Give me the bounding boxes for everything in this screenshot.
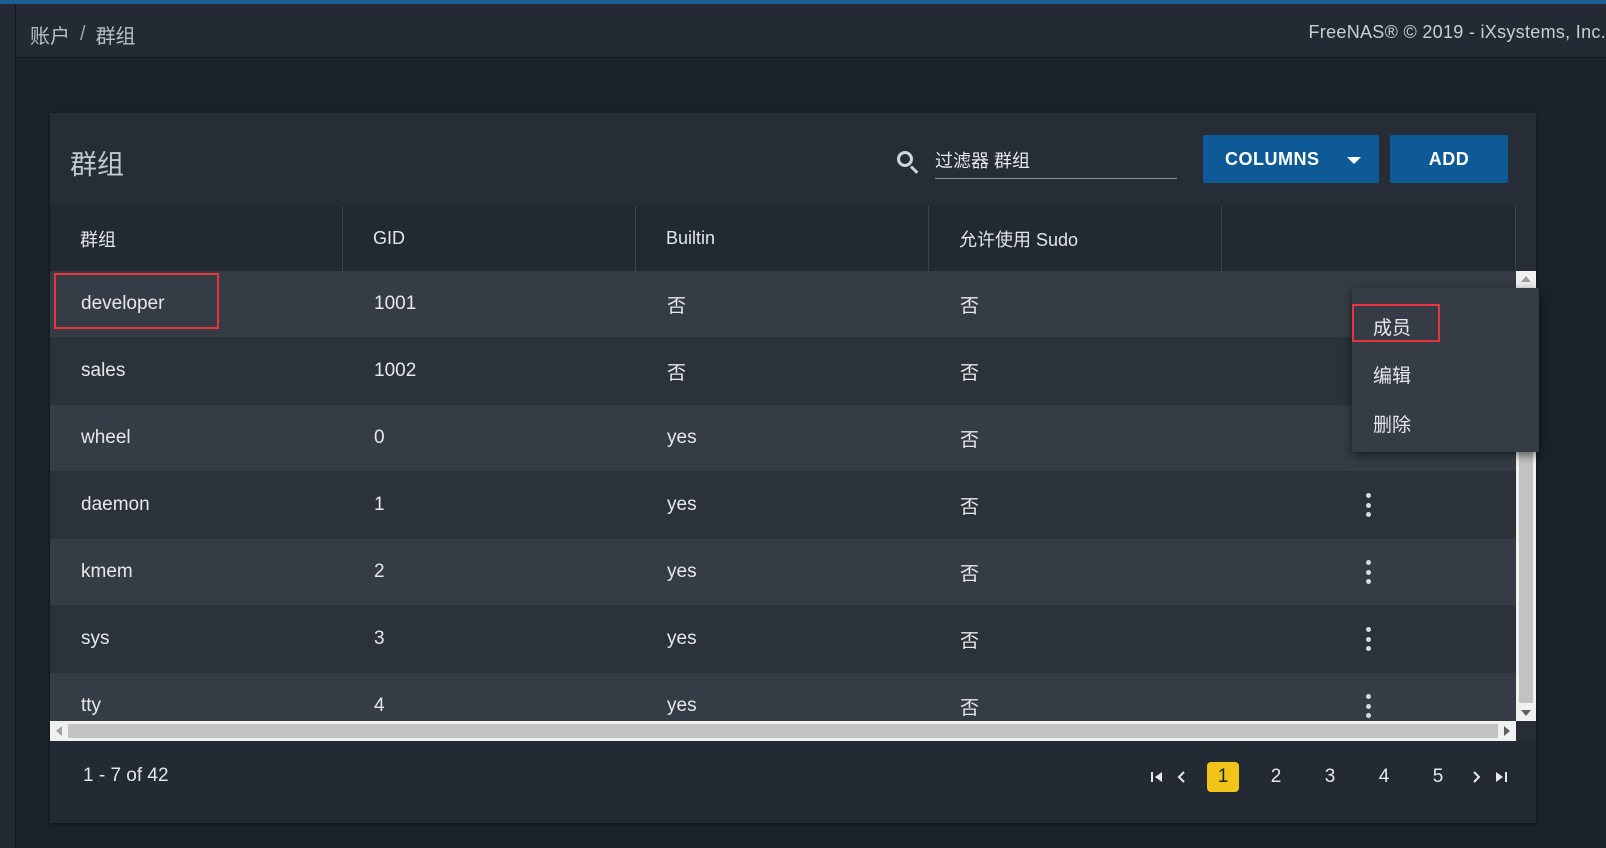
cell-builtin: yes <box>667 628 697 649</box>
page-5[interactable]: 5 <box>1421 762 1455 792</box>
cell-gid: 4 <box>374 695 385 716</box>
search-box <box>895 145 1177 181</box>
groups-card: 群组 COLUMNS ADD 群组 GID Builtin 允许使用 Sudo … <box>50 113 1536 823</box>
table-row[interactable]: sales 1002 否 否 <box>50 338 1516 405</box>
page-3[interactable]: 3 <box>1313 762 1347 792</box>
horizontal-scroll-thumb[interactable] <box>68 724 1498 738</box>
cell-group: kmem <box>81 561 133 582</box>
cell-builtin: yes <box>667 695 697 716</box>
cell-sudo: 否 <box>960 630 980 652</box>
cell-actions <box>1222 539 1516 605</box>
row-action-menu: 成员 编辑 删除 <box>1352 288 1539 452</box>
cell-gid: 1001 <box>374 293 417 314</box>
horizontal-scrollbar[interactable] <box>50 721 1516 741</box>
cell-gid: 1 <box>374 494 385 515</box>
cell-group: sales <box>81 360 126 381</box>
table-row[interactable]: tty 4 yes 否 <box>50 673 1516 721</box>
table-row[interactable]: sys 3 yes 否 <box>50 606 1516 673</box>
columns-button[interactable]: COLUMNS <box>1203 135 1379 183</box>
more-vert-icon[interactable] <box>1364 694 1372 718</box>
table-row[interactable]: developer 1001 否 否 <box>50 271 1516 338</box>
search-icon <box>895 149 921 175</box>
column-header-gid[interactable]: GID <box>343 206 636 271</box>
breadcrumb-accounts[interactable]: 账户 <box>30 20 70 49</box>
sidebar-edge <box>0 4 16 848</box>
cell-group: sys <box>81 628 110 649</box>
cell-sudo: 否 <box>960 295 980 317</box>
scroll-right-icon[interactable] <box>1504 726 1510 736</box>
pagination: 1 2 3 4 5 <box>1145 759 1513 795</box>
cell-sudo: 否 <box>960 429 980 451</box>
table-body: developer 1001 否 否 sales 1002 否 否 wheel … <box>50 271 1516 721</box>
cell-sudo: 否 <box>960 697 980 719</box>
cell-builtin: yes <box>667 561 697 582</box>
cell-builtin: yes <box>667 427 697 448</box>
page-4[interactable]: 4 <box>1367 762 1401 792</box>
table-row[interactable]: wheel 0 yes 否 <box>50 405 1516 472</box>
more-vert-icon[interactable] <box>1364 560 1372 584</box>
cell-actions <box>1222 606 1516 672</box>
page-2[interactable]: 2 <box>1259 762 1293 792</box>
scroll-corner <box>1516 721 1536 741</box>
page-header: 账户 / 群组 FreeNAS® © 2019 - iXsystems, Inc… <box>16 4 1606 58</box>
cell-gid: 2 <box>374 561 385 582</box>
first-page-icon[interactable] <box>1145 765 1169 789</box>
menu-item-members[interactable]: 成员 <box>1373 313 1411 340</box>
cell-group: developer <box>81 293 165 314</box>
column-header-sudo[interactable]: 允许使用 Sudo <box>929 206 1222 271</box>
more-vert-icon[interactable] <box>1364 627 1372 651</box>
scroll-up-icon[interactable] <box>1521 276 1531 282</box>
breadcrumb-groups: 群组 <box>95 26 136 48</box>
cell-sudo: 否 <box>960 362 980 384</box>
cell-sudo: 否 <box>960 496 980 518</box>
column-header-group[interactable]: 群组 <box>50 206 343 271</box>
cell-gid: 3 <box>374 628 385 649</box>
cell-group: tty <box>81 695 102 716</box>
last-page-icon[interactable] <box>1489 765 1513 789</box>
column-header-builtin[interactable]: Builtin <box>636 206 929 271</box>
breadcrumb-separator: / <box>80 23 86 45</box>
cell-builtin: yes <box>667 494 697 515</box>
table-footer: 1 - 7 of 42 1 2 3 4 5 <box>50 741 1536 823</box>
breadcrumb: 账户 / 群组 <box>30 20 136 49</box>
scroll-left-icon[interactable] <box>56 726 62 736</box>
cell-actions <box>1222 472 1516 538</box>
copyright: FreeNAS® © 2019 - iXsystems, Inc. <box>1308 22 1606 42</box>
table-row[interactable]: kmem 2 yes 否 <box>50 539 1516 606</box>
cell-gid: 1002 <box>374 360 417 381</box>
cell-group: daemon <box>81 494 150 515</box>
cell-builtin: 否 <box>667 295 687 317</box>
cell-group: wheel <box>81 427 131 448</box>
cell-sudo: 否 <box>960 563 980 585</box>
cell-builtin: 否 <box>667 362 687 384</box>
page-1[interactable]: 1 <box>1207 762 1239 792</box>
columns-button-label: COLUMNS <box>1225 148 1320 169</box>
caret-down-icon <box>1347 157 1361 164</box>
more-vert-icon[interactable] <box>1364 493 1372 517</box>
cell-gid: 0 <box>374 427 385 448</box>
cell-actions <box>1222 673 1516 721</box>
table-row[interactable]: daemon 1 yes 否 <box>50 472 1516 539</box>
pagination-range: 1 - 7 of 42 <box>83 765 169 786</box>
scroll-down-icon[interactable] <box>1521 710 1531 716</box>
add-button[interactable]: ADD <box>1390 135 1508 183</box>
menu-item-edit[interactable]: 编辑 <box>1373 361 1411 388</box>
next-page-icon[interactable] <box>1465 765 1489 789</box>
table-header: 群组 GID Builtin 允许使用 Sudo <box>50 206 1516 271</box>
page-title: 群组 <box>70 150 124 180</box>
search-input[interactable] <box>935 145 1177 179</box>
column-header-actions <box>1222 206 1516 271</box>
prev-page-icon[interactable] <box>1169 765 1193 789</box>
menu-item-delete[interactable]: 删除 <box>1373 410 1411 437</box>
